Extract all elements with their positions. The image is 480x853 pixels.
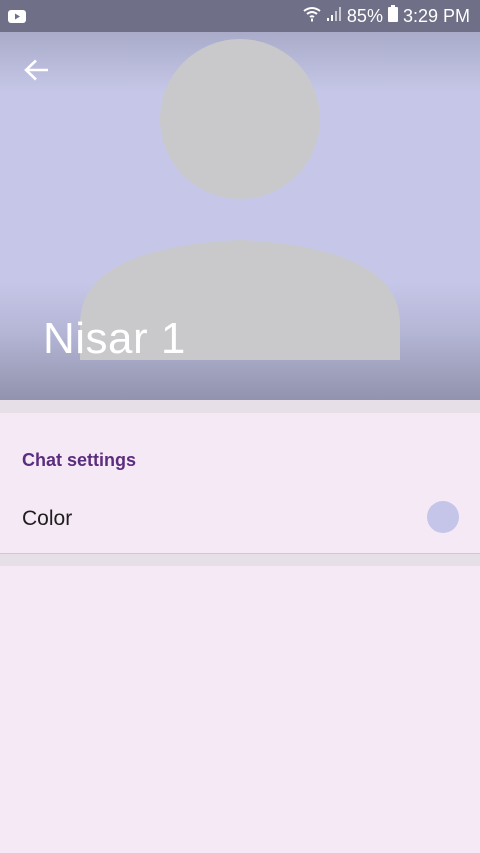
chat-settings-card: Chat settings Color [0, 413, 480, 553]
color-swatch[interactable] [427, 501, 459, 533]
contact-name: Nisar 1 [43, 314, 186, 363]
signal-icon [326, 6, 342, 27]
youtube-icon [8, 9, 26, 23]
section-title: Chat settings [22, 450, 137, 470]
color-setting-row[interactable]: Color [0, 489, 480, 549]
wifi-icon [303, 6, 321, 27]
color-label: Color [22, 507, 73, 530]
battery-icon [387, 5, 398, 27]
profile-header: Nisar 1 [0, 32, 480, 400]
status-bar: 85% 3:29 PM [0, 0, 480, 32]
arrow-back-icon [24, 59, 48, 81]
divider [0, 553, 480, 566]
back-button[interactable] [14, 52, 60, 88]
contact-profile-screen: 85% 3:29 PM Nisar 1 Chat settings Color [0, 0, 480, 853]
clock: 3:29 PM [402, 6, 470, 26]
divider [0, 400, 480, 413]
battery-percentage: 85% [346, 6, 383, 26]
